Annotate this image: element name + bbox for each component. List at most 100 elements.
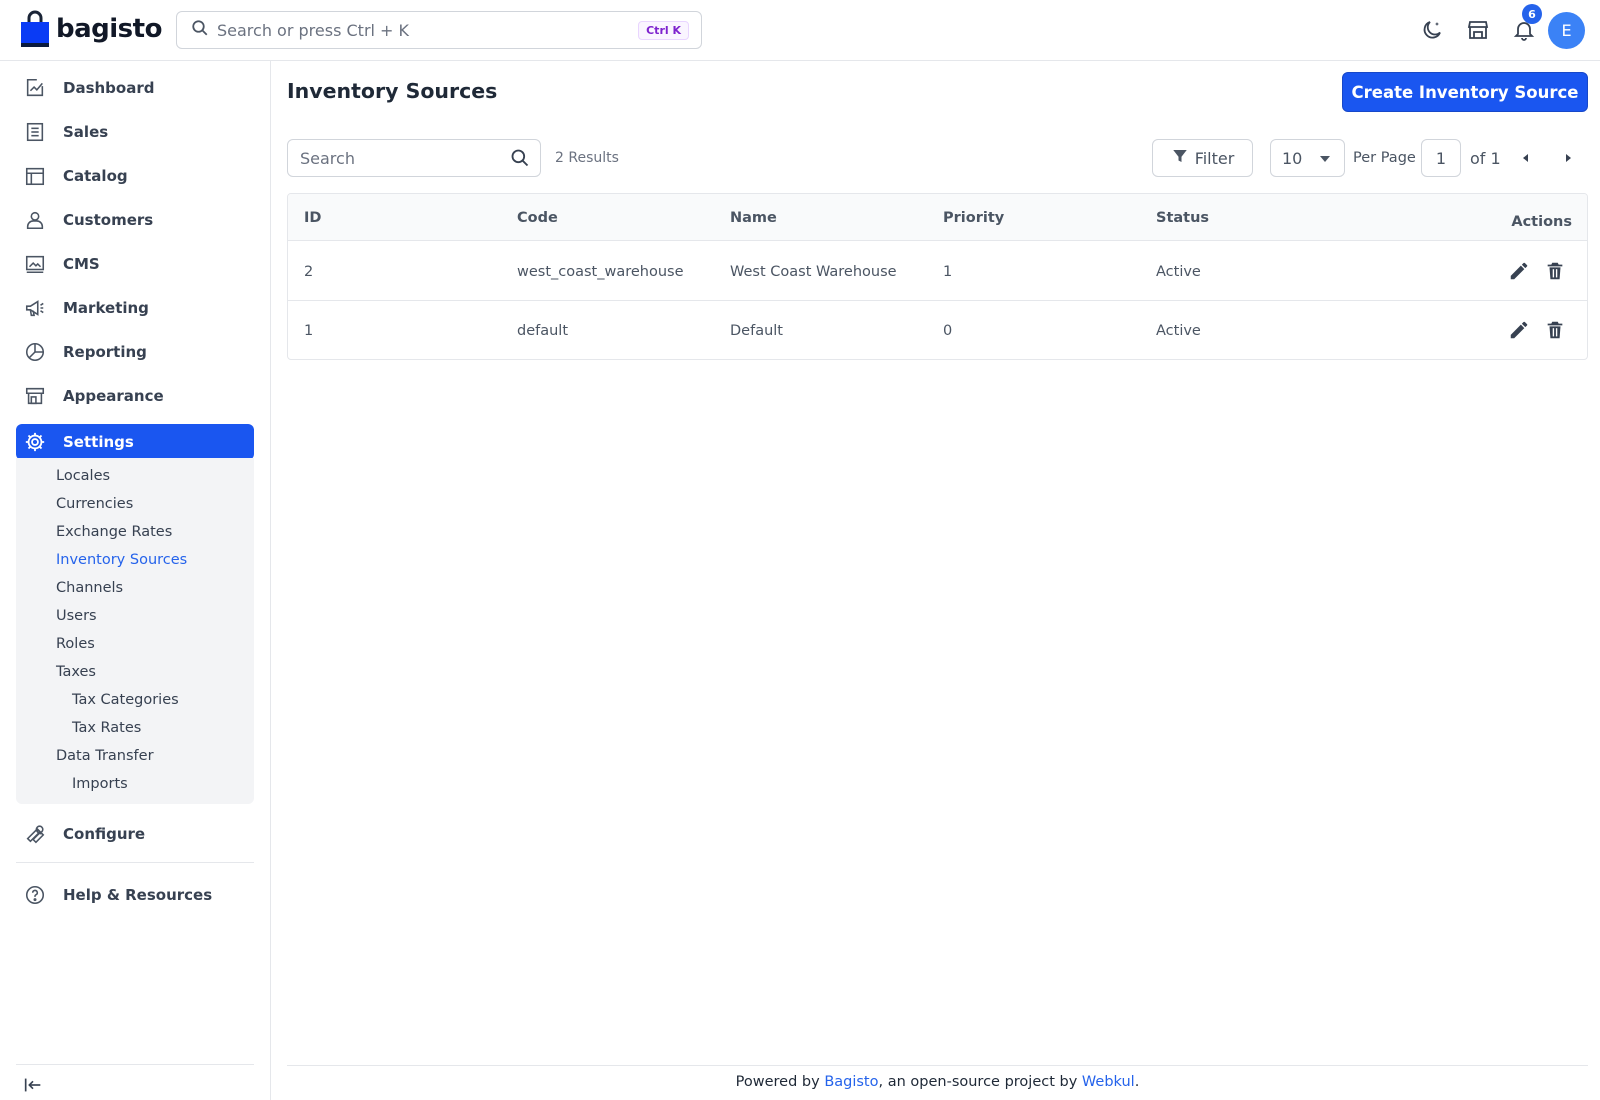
sidebar-item-customers[interactable]: Customers <box>16 202 254 238</box>
grid-search-placeholder: Search <box>300 148 355 168</box>
bagisto-link[interactable]: Bagisto <box>824 1074 878 1090</box>
submenu-item-currencies[interactable]: Currencies <box>56 496 133 512</box>
table-header: ID Code Name Priority Status Actions <box>288 194 1587 241</box>
sidebar-divider <box>16 1064 254 1065</box>
pie-chart-icon <box>23 340 47 364</box>
cell-code: default <box>517 323 569 339</box>
submenu-item-users[interactable]: Users <box>56 608 97 624</box>
sidebar-item-marketing[interactable]: Marketing <box>16 290 254 326</box>
customers-icon <box>23 208 47 232</box>
inventory-sources-table: ID Code Name Priority Status Actions 2 w… <box>287 193 1588 360</box>
cms-icon <box>23 252 47 276</box>
edit-icon[interactable] <box>1507 318 1531 342</box>
global-search-input[interactable]: Search or press Ctrl + K Ctrl K <box>176 11 702 49</box>
megaphone-icon <box>23 296 47 320</box>
per-page-select[interactable]: 10 <box>1270 139 1345 177</box>
column-header-status[interactable]: Status <box>1156 210 1209 226</box>
cell-code: west_coast_warehouse <box>517 264 684 280</box>
submenu-item-locales[interactable]: Locales <box>56 468 110 484</box>
cell-status: Active <box>1156 264 1201 280</box>
next-page-icon[interactable] <box>1558 148 1578 168</box>
delete-icon[interactable] <box>1543 318 1567 342</box>
sales-icon <box>23 120 47 144</box>
sidebar-item-cms[interactable]: CMS <box>16 246 254 282</box>
cell-name: West Coast Warehouse <box>730 264 897 280</box>
storefront-icon <box>23 384 47 408</box>
footer: Powered by Bagisto, an open-source proje… <box>287 1074 1588 1090</box>
search-placeholder: Search or press Ctrl + K <box>217 20 410 40</box>
sidebar-item-sales[interactable]: Sales <box>16 114 254 150</box>
submenu-item-data-transfer[interactable]: Data Transfer <box>56 748 154 764</box>
sidebar-item-label: Dashboard <box>63 79 155 97</box>
collapse-sidebar-icon[interactable] <box>22 1074 46 1098</box>
page-number-input[interactable]: 1 <box>1421 139 1461 177</box>
wrench-icon <box>23 822 47 846</box>
dashboard-icon <box>23 76 47 100</box>
page-total: of 1 <box>1470 149 1501 168</box>
filter-icon <box>1171 147 1189 169</box>
footer-middle: , an open-source project by <box>878 1074 1082 1090</box>
submenu-item-tax-categories[interactable]: Tax Categories <box>72 692 179 708</box>
column-header-priority[interactable]: Priority <box>943 210 1004 226</box>
user-avatar[interactable]: E <box>1548 12 1585 49</box>
notification-count-badge: 6 <box>1522 4 1542 24</box>
footer-prefix: Powered by <box>735 1074 825 1090</box>
submenu-item-tax-rates[interactable]: Tax Rates <box>72 720 141 736</box>
cell-priority: 1 <box>943 264 953 280</box>
sidebar-item-catalog[interactable]: Catalog <box>16 158 254 194</box>
column-header-code[interactable]: Code <box>517 210 558 226</box>
edit-icon[interactable] <box>1507 259 1531 283</box>
cell-priority: 0 <box>943 323 953 339</box>
search-icon[interactable] <box>510 148 530 172</box>
sidebar-item-label: Help & Resources <box>63 886 213 904</box>
chevron-down-icon <box>1320 156 1330 162</box>
sidebar-item-label: Sales <box>63 123 109 141</box>
footer-divider <box>287 1065 1588 1066</box>
delete-icon[interactable] <box>1543 259 1567 283</box>
logo[interactable]: bagisto <box>20 10 162 48</box>
submenu-item-channels[interactable]: Channels <box>56 580 123 596</box>
sidebar-item-label: Marketing <box>63 299 149 317</box>
page-title: Inventory Sources <box>287 79 498 103</box>
sidebar-item-reporting[interactable]: Reporting <box>16 334 254 370</box>
create-inventory-source-button[interactable]: Create Inventory Source <box>1342 72 1588 112</box>
sidebar-item-label: Reporting <box>63 343 147 361</box>
footer-suffix: . <box>1134 1074 1140 1090</box>
bag-logo-icon <box>20 10 50 48</box>
webkul-link[interactable]: Webkul <box>1082 1074 1135 1090</box>
submenu-item-imports[interactable]: Imports <box>72 776 128 792</box>
submenu-item-roles[interactable]: Roles <box>56 636 95 652</box>
grid-search-input[interactable]: Search <box>287 139 541 177</box>
results-count: 2 Results <box>555 150 619 166</box>
sidebar-item-help[interactable]: Help & Resources <box>16 877 254 913</box>
settings-submenu: Locales Currencies Exchange Rates Invent… <box>16 458 254 804</box>
cell-name: Default <box>730 323 783 339</box>
submenu-item-inventory-sources[interactable]: Inventory Sources <box>56 552 187 568</box>
store-icon[interactable] <box>1464 16 1492 44</box>
sidebar-item-appearance[interactable]: Appearance <box>16 378 254 414</box>
search-shortcut-badge: Ctrl K <box>638 21 689 40</box>
column-header-id[interactable]: ID <box>304 210 321 226</box>
per-page-value: 10 <box>1282 148 1303 168</box>
sidebar-item-label: Catalog <box>63 167 128 185</box>
filter-button[interactable]: Filter <box>1152 139 1253 177</box>
previous-page-icon[interactable] <box>1516 148 1536 168</box>
cell-status: Active <box>1156 323 1201 339</box>
table-row: 2 west_coast_warehouse West Coast Wareho… <box>288 242 1587 301</box>
submenu-item-exchange-rates[interactable]: Exchange Rates <box>56 524 172 540</box>
gear-icon <box>23 430 47 454</box>
sidebar-item-configure[interactable]: Configure <box>16 816 254 852</box>
search-icon <box>191 19 209 41</box>
column-header-name[interactable]: Name <box>730 210 777 226</box>
moon-icon[interactable] <box>1418 16 1446 44</box>
sidebar-item-label: Configure <box>63 825 146 843</box>
cell-id: 2 <box>304 264 314 280</box>
column-header-actions: Actions <box>1511 214 1572 230</box>
submenu-item-taxes[interactable]: Taxes <box>56 664 96 680</box>
sidebar-item-label: CMS <box>63 255 100 273</box>
sidebar-item-dashboard[interactable]: Dashboard <box>16 70 254 106</box>
sidebar-divider <box>16 862 254 863</box>
logo-text: bagisto <box>56 14 162 44</box>
sidebar-item-settings[interactable]: Settings <box>16 424 254 460</box>
catalog-icon <box>23 164 47 188</box>
